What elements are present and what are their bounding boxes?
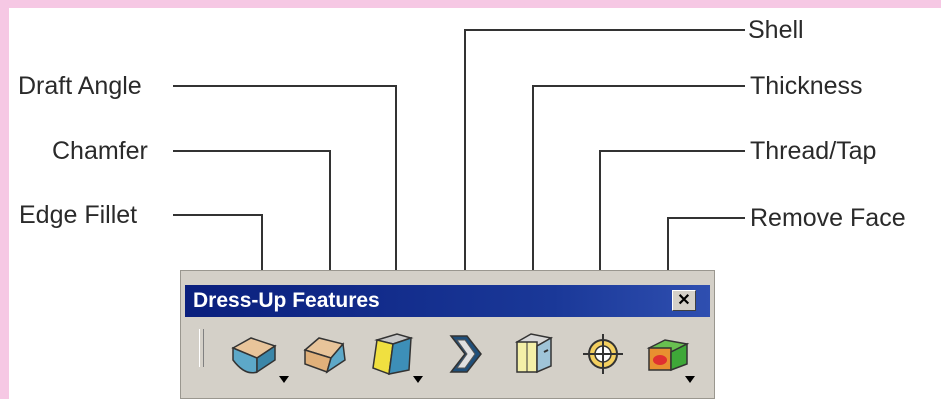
chamfer-button[interactable] (297, 326, 353, 382)
chamfer-icon (303, 337, 346, 374)
draft-angle-dropdown-arrow[interactable] (413, 376, 423, 383)
thread-tap-button[interactable] (575, 326, 631, 382)
toolbar-titlebar[interactable]: Dress-Up Features ✕ (185, 285, 710, 317)
shell-button[interactable] (437, 326, 493, 382)
remove-face-button[interactable] (641, 326, 697, 383)
toolbar-grip-handle[interactable] (199, 329, 204, 367)
callout-chamfer: Chamfer (52, 137, 148, 165)
close-icon: ✕ (677, 292, 691, 309)
callout-edge-fillet: Edge Fillet (19, 201, 138, 229)
remove-face-icon (646, 339, 690, 372)
thread-tap-icon (583, 334, 623, 374)
shell-icon (449, 335, 482, 373)
draft-angle-icon (372, 333, 414, 376)
thickness-button[interactable] (507, 326, 563, 382)
remove-face-dropdown-arrow[interactable] (685, 376, 695, 383)
callout-draft-angle: Draft Angle (18, 72, 142, 100)
close-button[interactable]: ✕ (672, 290, 696, 311)
edge-fillet-button[interactable] (227, 326, 289, 383)
edge-fillet-icon (231, 337, 277, 374)
callout-shell: Shell (748, 16, 804, 44)
toolbar-title: Dress-Up Features (193, 289, 380, 312)
thickness-icon (514, 333, 554, 374)
callout-thread-tap: Thread/Tap (750, 137, 877, 165)
callout-thickness: Thickness (750, 72, 863, 100)
dress-up-features-toolbar: Dress-Up Features ✕ (180, 270, 715, 399)
draft-angle-button[interactable] (367, 326, 423, 383)
callout-remove-face: Remove Face (750, 204, 906, 232)
edge-fillet-dropdown-arrow[interactable] (279, 376, 289, 383)
